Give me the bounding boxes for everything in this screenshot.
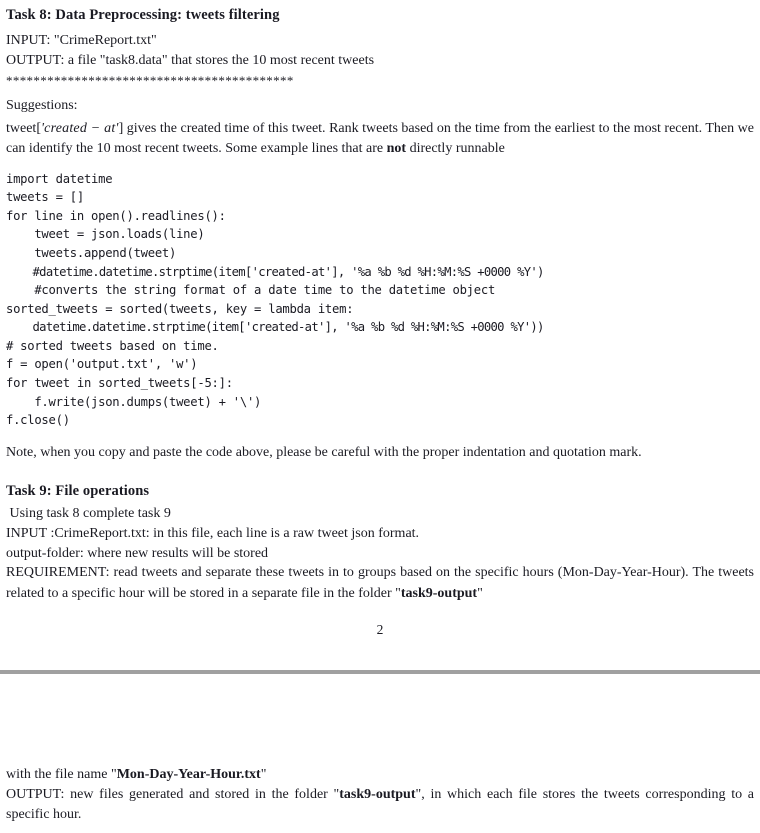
code-line: tweets = [] (6, 190, 84, 205)
task9-output-folder-line: output-folder: where new results will be… (6, 545, 269, 561)
task8-heading: Task 8: Data Preprocessing: tweets filte… (6, 7, 280, 23)
task8-input-line: INPUT: "CrimeReport.txt" (6, 33, 157, 49)
code-line: datetime.datetime.strptime(item['created… (6, 320, 545, 335)
document-page-2: Task 8: Data Preprocessing: tweets filte… (0, 0, 760, 638)
task9-requirement-paragraph: REQUIREMENT: read tweets and separate th… (6, 563, 754, 604)
page-number: 2 (376, 621, 384, 637)
task9-heading-block: Task 9: File operations (6, 473, 754, 500)
document-page-3: with the file name "Mon-Day-Year-Hour.tx… (0, 674, 760, 825)
suggestion-suffix: directly runnable (406, 141, 505, 157)
suggestion-prefix: tweet[ (6, 120, 41, 136)
requirement-suffix: " (477, 585, 483, 601)
requirement-bold-folder: task9-output (400, 585, 478, 601)
task8-output-line: OUTPUT: a file "task8.data" that stores … (6, 53, 375, 69)
code-line: f.close() (6, 413, 70, 428)
output-prefix: OUTPUT: new files generated and stored i… (6, 786, 340, 802)
task9-output-paragraph: OUTPUT: new files generated and stored i… (6, 785, 754, 826)
filename-prefix: with the file name " (6, 766, 117, 782)
code-line: for tweet in sorted_tweets[-5:]: (6, 376, 233, 391)
code-line: tweet = json.loads(line) (6, 227, 205, 242)
code-line: import datetime (6, 171, 113, 186)
requirement-text: REQUIREMENT: read tweets and separate th… (6, 565, 754, 601)
task8-separator: ****************************************… (6, 72, 294, 88)
suggestion-math-italic: 'created − at' (40, 120, 119, 136)
code-line: f = open('output.txt', 'w') (6, 357, 198, 372)
task9-input-line: INPUT :CrimeReport.txt: in this file, ea… (6, 525, 420, 541)
code-line: #datetime.datetime.strptime(item['create… (6, 264, 545, 279)
task9-heading: Task 9: File operations (6, 483, 150, 500)
task9-using-line: Using task 8 complete task 9 (6, 506, 171, 522)
task8-code-block: import datetime tweets = [] for line in … (6, 170, 754, 430)
task9-filename-line: with the file name "Mon-Day-Year-Hour.tx… (6, 765, 754, 785)
suggestion-bold-not: not (386, 141, 407, 157)
filename-bold: Mon-Day-Year-Hour.txt (116, 766, 261, 782)
code-line: tweets.append(tweet) (6, 245, 177, 260)
code-line: #converts the string format of a date ti… (6, 283, 496, 298)
task8-heading-block: Task 8: Data Preprocessing: tweets filte… (6, 0, 754, 24)
filename-suffix: " (260, 766, 267, 782)
output-bold-folder: task9-output (339, 786, 416, 802)
suggestion-paragraph: tweet['created − at'] gives the created … (6, 119, 754, 160)
task8-note-paragraph: Note, when you copy and paste the code a… (6, 444, 642, 460)
suggestion-middle: ] gives the created time of this tweet. … (6, 120, 754, 157)
code-line: sorted_tweets = sorted(tweets, key = lam… (6, 301, 354, 316)
code-line: for line in open().readlines(): (6, 208, 226, 223)
suggestions-label: Suggestions: (6, 97, 78, 113)
code-line: f.write(json.dumps(tweet) + '\') (6, 394, 262, 409)
page-top-margin (6, 674, 754, 765)
code-line: # sorted tweets based on time. (6, 338, 219, 353)
